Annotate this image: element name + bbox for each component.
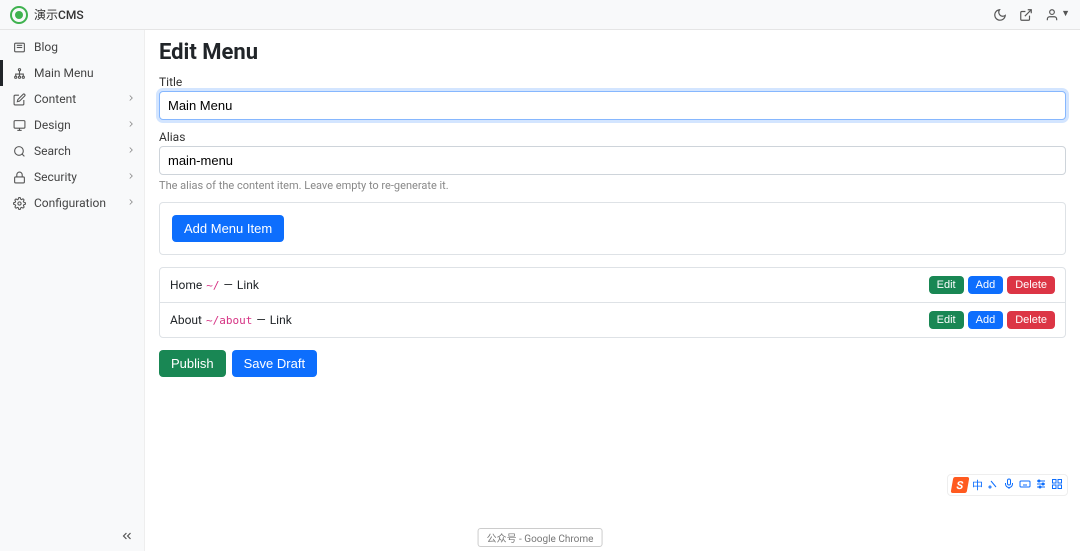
sidebar-item-label: Blog bbox=[34, 40, 58, 54]
add-button[interactable]: Add bbox=[968, 276, 1004, 294]
topbar: 演示CMS ▼ bbox=[0, 0, 1080, 30]
main-content: Edit Menu Title Alias The alias of the c… bbox=[145, 30, 1080, 551]
menu-item-name: Home bbox=[170, 278, 202, 292]
sidebar-item-blog[interactable]: Blog bbox=[0, 34, 144, 60]
ime-logo-icon: S bbox=[951, 477, 970, 493]
topbar-brand-area[interactable]: 演示CMS bbox=[10, 6, 84, 24]
edit-button[interactable]: Edit bbox=[929, 311, 964, 329]
ime-settings-icon[interactable] bbox=[1035, 478, 1047, 493]
ime-lang[interactable]: 中 bbox=[972, 477, 983, 493]
ime-grid-icon[interactable] bbox=[1051, 478, 1063, 493]
sidebar-item-configuration[interactable]: Configuration bbox=[0, 190, 144, 216]
sitemap-icon bbox=[10, 67, 28, 80]
alias-input[interactable] bbox=[159, 146, 1066, 175]
sidebar-item-label: Search bbox=[34, 144, 71, 158]
newspaper-icon bbox=[10, 41, 28, 54]
sidebar-item-search[interactable]: Search bbox=[0, 138, 144, 164]
publish-button[interactable]: Publish bbox=[159, 350, 226, 377]
sidebar-item-main-menu[interactable]: Main Menu bbox=[0, 60, 144, 86]
alias-help-text: The alias of the content item. Leave emp… bbox=[159, 179, 1066, 192]
sidebar-item-label: Content bbox=[34, 92, 76, 106]
ime-toolbar[interactable]: S 中 bbox=[947, 474, 1068, 496]
alias-field-group: Alias The alias of the content item. Lea… bbox=[159, 130, 1066, 192]
external-link-icon[interactable] bbox=[1019, 8, 1033, 22]
ime-keyboard-icon[interactable] bbox=[1019, 478, 1031, 493]
menu-item-type: Link bbox=[270, 313, 292, 327]
user-menu-icon[interactable]: ▼ bbox=[1045, 8, 1070, 22]
brand-logo bbox=[10, 6, 28, 24]
chrome-title-pill: 公众号 - Google Chrome bbox=[478, 528, 603, 547]
monitor-icon bbox=[10, 119, 28, 132]
sidebar: Blog Main Menu Content Design Search bbox=[0, 30, 145, 551]
title-input[interactable] bbox=[159, 91, 1066, 120]
sidebar-item-security[interactable]: Security bbox=[0, 164, 144, 190]
menu-item-sep: — bbox=[224, 278, 233, 292]
add-button[interactable]: Add bbox=[968, 311, 1004, 329]
chevron-right-icon bbox=[126, 118, 136, 132]
sidebar-collapse-button[interactable] bbox=[0, 521, 144, 551]
add-item-panel: Add Menu Item bbox=[159, 202, 1066, 255]
sidebar-item-label: Main Menu bbox=[34, 66, 94, 80]
edit-button[interactable]: Edit bbox=[929, 276, 964, 294]
alias-label: Alias bbox=[159, 130, 1066, 144]
gear-icon bbox=[10, 197, 28, 210]
form-actions: Publish Save Draft bbox=[159, 350, 1066, 377]
theme-toggle-icon[interactable] bbox=[993, 8, 1007, 22]
title-label: Title bbox=[159, 75, 1066, 89]
search-icon bbox=[10, 145, 28, 158]
sidebar-item-design[interactable]: Design bbox=[0, 112, 144, 138]
chevron-right-icon bbox=[126, 144, 136, 158]
sidebar-item-label: Security bbox=[34, 170, 77, 184]
menu-items-list: Home ~/ — Link Edit Add Delete About ~/a… bbox=[159, 267, 1066, 338]
sidebar-item-content[interactable]: Content bbox=[0, 86, 144, 112]
menu-item-path: ~/ bbox=[206, 279, 219, 292]
topbar-actions: ▼ bbox=[993, 8, 1070, 22]
menu-item-path: ~/about bbox=[206, 314, 252, 327]
menu-item-row: About ~/about — Link Edit Add Delete bbox=[160, 303, 1065, 337]
save-draft-button[interactable]: Save Draft bbox=[232, 350, 317, 377]
delete-button[interactable]: Delete bbox=[1007, 276, 1055, 294]
sidebar-item-label: Design bbox=[34, 118, 71, 132]
lock-icon bbox=[10, 171, 28, 184]
title-field-group: Title bbox=[159, 75, 1066, 120]
chevron-right-icon bbox=[126, 170, 136, 184]
menu-item-sep: — bbox=[256, 313, 265, 327]
delete-button[interactable]: Delete bbox=[1007, 311, 1055, 329]
menu-item-type: Link bbox=[237, 278, 259, 292]
menu-item-row: Home ~/ — Link Edit Add Delete bbox=[160, 268, 1065, 303]
brand-text: 演示CMS bbox=[34, 6, 84, 23]
ime-punct-icon[interactable] bbox=[987, 478, 999, 493]
ime-mic-icon[interactable] bbox=[1003, 478, 1015, 493]
menu-item-name: About bbox=[170, 313, 202, 327]
sidebar-item-label: Configuration bbox=[34, 196, 106, 210]
chevron-right-icon bbox=[126, 92, 136, 106]
page-title: Edit Menu bbox=[159, 40, 1066, 65]
add-menu-item-button[interactable]: Add Menu Item bbox=[172, 215, 284, 242]
chevron-right-icon bbox=[126, 196, 136, 210]
edit-icon bbox=[10, 93, 28, 106]
